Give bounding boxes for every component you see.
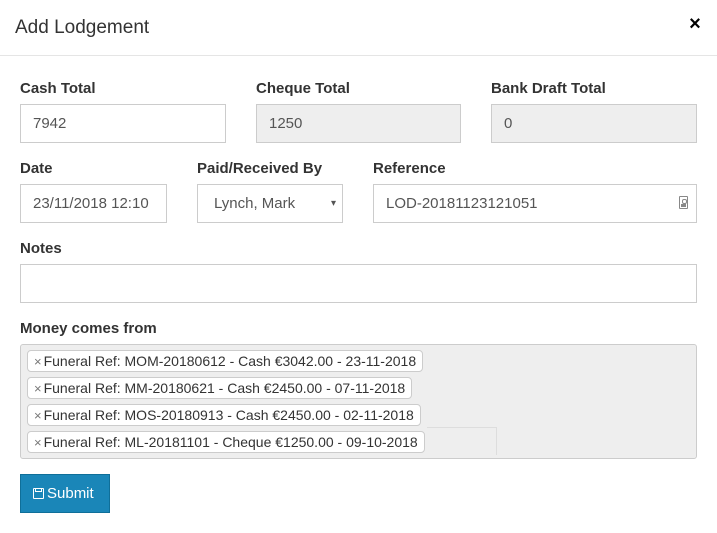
selected-tag: × Funeral Ref: MOM-20180612 - Cash €3042.… xyxy=(27,350,424,372)
cheque-total-input: 1250 xyxy=(256,104,461,143)
tag-label: Funeral Ref: MOS-20180913 - Cash €2450.0… xyxy=(43,407,414,423)
tag-label: Funeral Ref: MOM-20180612 - Cash €3042.0… xyxy=(43,353,417,369)
cash-total-label: Cash Total xyxy=(20,80,96,97)
remove-tag-icon[interactable]: × xyxy=(34,381,42,396)
modal-header: Add Lodgement × xyxy=(0,0,717,56)
contact-card-icon[interactable] xyxy=(679,196,688,209)
reference-value: LOD-20181123121051 xyxy=(386,195,538,212)
tag-label: Funeral Ref: ML-20181101 - Cheque €1250.… xyxy=(43,434,418,450)
cheque-total-label: Cheque Total xyxy=(256,80,350,97)
date-input[interactable]: 23/11/2018 12:10 xyxy=(20,184,167,223)
submit-button[interactable]: Submit xyxy=(20,474,110,513)
chevron-down-icon: ▾ xyxy=(330,198,336,209)
cash-total-input[interactable]: 7942 xyxy=(20,104,226,143)
save-icon xyxy=(33,488,44,499)
selected-tag: × Funeral Ref: MOS-20180913 - Cash €2450.… xyxy=(27,404,421,426)
notes-input[interactable] xyxy=(20,264,697,303)
remove-tag-icon[interactable]: × xyxy=(34,435,42,450)
paid-by-label: Paid/Received By xyxy=(197,160,323,177)
add-lodgement-modal: Add Lodgement × Cash Total 7942 Cheque T… xyxy=(0,0,717,533)
notes-label: Notes xyxy=(20,240,62,257)
remove-tag-icon[interactable]: × xyxy=(34,408,42,423)
reference-label: Reference xyxy=(373,160,446,177)
date-label: Date xyxy=(20,160,53,177)
bank-draft-total-input: 0 xyxy=(491,104,697,143)
paid-by-selected-value: Lynch, Mark xyxy=(214,195,296,212)
money-from-label: Money comes from xyxy=(20,320,157,337)
modal-title: Add Lodgement xyxy=(15,17,150,38)
money-from-multiselect[interactable]: × Funeral Ref: MOM-20180612 - Cash €3042.… xyxy=(20,344,697,459)
paid-by-select[interactable]: Lynch, Mark ▾ xyxy=(197,184,343,223)
tag-label: Funeral Ref: MM-20180621 - Cash €2450.00… xyxy=(43,380,406,396)
reference-input[interactable]: LOD-20181123121051 xyxy=(373,184,697,223)
close-icon[interactable]: × xyxy=(685,12,705,36)
submit-label: Submit xyxy=(47,485,94,502)
selected-tag: × Funeral Ref: MM-20180621 - Cash €2450.0… xyxy=(27,377,413,399)
selected-tag: × Funeral Ref: ML-20181101 - Cheque €1250… xyxy=(27,431,425,453)
remove-tag-icon[interactable]: × xyxy=(34,354,42,369)
bank-draft-total-label: Bank Draft Total xyxy=(491,80,606,97)
multiselect-search-input[interactable] xyxy=(427,427,497,455)
